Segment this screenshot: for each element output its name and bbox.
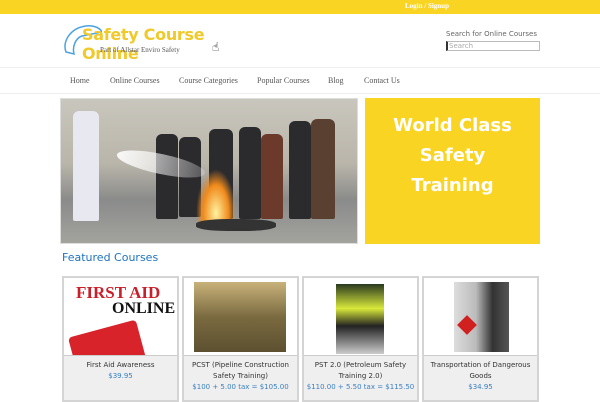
promo-banner: World Class Safety Training — [365, 98, 540, 244]
top-bar: Login / Signup — [0, 0, 600, 14]
course-price: $100 + 5.00 tax = $105.00 — [192, 383, 289, 391]
course-price: $39.95 — [108, 372, 133, 380]
course-price: $34.95 — [468, 383, 493, 391]
image-text: ONLINE — [112, 300, 176, 317]
course-title[interactable]: PCST (Pipeline Construction Safety Train… — [184, 360, 297, 382]
promo-line: World Class — [393, 115, 512, 136]
nav-online-courses[interactable]: Online Courses — [110, 76, 160, 85]
site-logo[interactable]: Safety Course Online Part of Allstar Env… — [62, 22, 232, 63]
course-image — [304, 278, 417, 356]
course-image — [424, 278, 537, 356]
search-input[interactable]: Search — [446, 41, 540, 51]
featured-courses-heading: Featured Courses — [62, 251, 159, 264]
search-label: Search for Online Courses — [446, 30, 538, 38]
course-title[interactable]: First Aid Awareness — [64, 360, 177, 371]
course-card[interactable]: FIRST AID ONLINE First Aid Awareness $39… — [62, 276, 179, 402]
nav-blog[interactable]: Blog — [328, 76, 344, 85]
hand-cursor-icon: ☝ — [212, 40, 220, 54]
course-image: FIRST AID ONLINE — [64, 278, 177, 356]
main-nav: Home Online Courses Course Categories Po… — [0, 67, 600, 94]
course-card[interactable]: PST 2.0 (Petroleum Safety Training 2.0) … — [302, 276, 419, 402]
course-card[interactable]: Transportation of Dangerous Goods $34.95 — [422, 276, 539, 402]
course-image — [184, 278, 297, 356]
promo-line: Training — [411, 175, 494, 196]
course-title[interactable]: PST 2.0 (Petroleum Safety Training 2.0) — [304, 360, 417, 382]
hero-image — [60, 98, 358, 244]
nav-home[interactable]: Home — [70, 76, 90, 85]
nav-popular-courses[interactable]: Popular Courses — [257, 76, 310, 85]
login-signup-link[interactable]: Login / Signup — [405, 2, 449, 10]
promo-line: Safety — [419, 145, 486, 166]
course-price: $110.00 + 5.50 tax = $115.50 — [306, 383, 415, 391]
course-title[interactable]: Transportation of Dangerous Goods — [424, 360, 537, 382]
nav-course-categories[interactable]: Course Categories — [179, 76, 238, 85]
nav-contact-us[interactable]: Contact Us — [364, 76, 400, 85]
course-card[interactable]: PCST (Pipeline Construction Safety Train… — [182, 276, 299, 402]
